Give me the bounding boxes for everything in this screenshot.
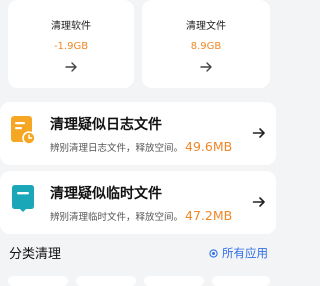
category-card[interactable] (144, 276, 204, 286)
clean-apps-title: 清理软件 (51, 21, 91, 32)
clean-apps-card[interactable]: 清理软件 -1.9GB (8, 0, 134, 88)
clean-apps-value: -1.9GB (53, 41, 89, 52)
category-card[interactable] (212, 276, 270, 286)
category-card[interactable] (76, 276, 136, 286)
temp-file-icon (12, 185, 34, 212)
row-description: 辨别清理日志文件，释放空间。 49.6MB (50, 139, 232, 154)
log-file-clock-icon (11, 116, 36, 145)
category-card[interactable] (8, 276, 68, 286)
clean-files-card[interactable]: 清理文件 8.9GB (142, 0, 270, 88)
row-title: 清理疑似日志文件 (50, 117, 162, 133)
row-size: 49.6MB (185, 139, 233, 154)
all-apps-link[interactable]: 所有应用 (209, 245, 268, 261)
clean-log-files-row[interactable]: 清理疑似日志文件 辨别清理日志文件，释放空间。 49.6MB (0, 102, 276, 165)
arrow-right-icon (65, 62, 77, 72)
arrow-right-icon (200, 62, 212, 72)
row-title: 清理疑似临时文件 (50, 186, 162, 202)
target-icon (209, 249, 218, 258)
clean-temp-files-row[interactable]: 清理疑似临时文件 辨别清理临时文件，释放空间。 47.2MB (0, 171, 276, 234)
row-desc-text: 辨别清理日志文件，释放空间。 (50, 143, 184, 154)
row-description: 辨别清理临时文件，释放空间。 47.2MB (50, 208, 232, 223)
row-size: 47.2MB (185, 208, 233, 223)
arrow-right-icon (252, 128, 265, 138)
clean-files-title: 清理文件 (186, 21, 226, 32)
category-clean-title: 分类清理 (9, 247, 62, 262)
clean-files-value: 8.9GB (190, 41, 222, 52)
arrow-right-icon (252, 197, 265, 207)
all-apps-label: 所有应用 (222, 246, 268, 260)
row-desc-text: 辨别清理临时文件，释放空间。 (50, 212, 184, 223)
